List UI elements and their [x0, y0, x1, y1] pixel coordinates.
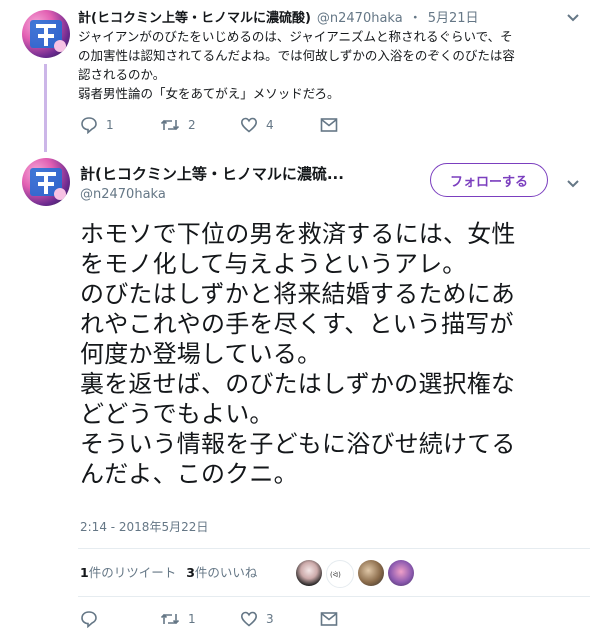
- envelope-icon: [320, 612, 338, 626]
- tweet-text-line: ホモソで下位の男を救済するには、女性: [80, 220, 516, 248]
- like-button[interactable]: 4: [240, 116, 320, 134]
- author-name[interactable]: 計(ヒコクミン上等・ヒノマルに濃硫...: [80, 163, 344, 184]
- reply-icon: [81, 611, 97, 628]
- like-stat-count: 3: [186, 565, 195, 580]
- retweet-icon: [160, 119, 180, 131]
- tweet-text-line: 認されるのか。: [78, 67, 166, 82]
- tweet-text-line: 弱者男性論の「女をあてがえ」メソッドだろ。: [78, 86, 340, 101]
- heart-icon: [240, 117, 258, 133]
- envelope-icon: [320, 118, 338, 132]
- tweet-text-line: そういう情報を子どもに浴びせ続けてる: [80, 430, 516, 458]
- tweet-text-line: んだよ、このクニ。: [80, 460, 298, 488]
- divider: [78, 548, 590, 549]
- separator-dot: ・: [408, 11, 422, 26]
- tweet-text-line: 何度か登場している。: [80, 340, 322, 368]
- tweet-text-line: ジャイアンがのびたをいじめるのは、ジャイアニズムと称されるぐらいで、そ: [78, 29, 513, 44]
- retweet-button[interactable]: 1: [160, 610, 240, 628]
- message-button[interactable]: [320, 117, 380, 133]
- liker-avatar[interactable]: [388, 560, 414, 586]
- retweet-stat-count: 1: [80, 565, 89, 580]
- engagement-stats: 1件のリツイート 3件のいいね: [80, 562, 257, 581]
- reply-button[interactable]: [80, 610, 160, 628]
- svg-text:(ᐛ): (ᐛ): [330, 571, 341, 579]
- like-stat[interactable]: 3件のいいね: [186, 562, 257, 581]
- tweet-text-line: れやこれやの手を尽くす、という描写が: [80, 310, 514, 338]
- divider: [78, 596, 590, 597]
- heart-icon: [240, 611, 258, 627]
- like-count: 3: [266, 612, 274, 626]
- chevron-down-icon[interactable]: [566, 8, 580, 27]
- reply-tweet-text: ジャイアンがのびたをいじめるのは、ジャイアニズムと称されるぐらいで、そ の加害性…: [78, 27, 588, 103]
- retweet-stat-label: 件のリツイート: [88, 565, 177, 580]
- avatar[interactable]: [22, 158, 70, 206]
- retweet-count: 1: [188, 612, 196, 626]
- thread-connector-line: [44, 64, 47, 152]
- tweet-text-line: の加害性は認知されてるんだよね。では何故しずかの入浴をのぞくのびたは容: [78, 48, 515, 63]
- likers-avatars: (ᐛ): [296, 560, 414, 588]
- reply-action-bar: 1 2 4: [80, 116, 380, 134]
- tweet-timestamp[interactable]: 2:14 - 2018年5月22日: [80, 518, 208, 535]
- like-stat-label: 件のいいね: [194, 565, 258, 580]
- follow-button[interactable]: フォローする: [430, 163, 548, 197]
- reply-count: 1: [106, 118, 114, 132]
- main-tweet-text: ホモソで下位の男を救済するには、女性 をモノ化して与えようというアレ。 のびたは…: [80, 219, 595, 489]
- retweet-count: 2: [188, 118, 196, 132]
- liker-avatar[interactable]: [358, 560, 384, 586]
- reply-icon: [81, 117, 97, 134]
- retweet-button[interactable]: 2: [160, 116, 240, 134]
- main-action-bar: 1 3: [80, 610, 380, 628]
- tweet-date[interactable]: 5月21日: [428, 7, 479, 26]
- reply-header: 計(ヒコクミン上等・ヒノマルに濃硫酸) @n2470haka ・ 5月21日: [78, 7, 479, 26]
- tweet-text-line: 裏を返せば、のびたはしずかの選択権な: [80, 370, 516, 398]
- liker-avatar[interactable]: [296, 560, 322, 586]
- tweet-text-line: どどうでもよい。: [80, 400, 274, 428]
- author-handle[interactable]: @n2470haka: [317, 11, 403, 26]
- reply-button[interactable]: 1: [80, 116, 160, 134]
- liker-avatar[interactable]: (ᐛ): [326, 560, 354, 588]
- like-count: 4: [266, 118, 274, 132]
- tweet-text-line: のびたはしずかと将来結婚するためにあ: [80, 280, 516, 308]
- retweet-stat[interactable]: 1件のリツイート: [80, 562, 176, 581]
- like-button[interactable]: 3: [240, 610, 320, 628]
- author-name[interactable]: 計(ヒコクミン上等・ヒノマルに濃硫酸): [78, 7, 311, 26]
- chevron-down-icon[interactable]: [566, 174, 580, 193]
- author-handle[interactable]: @n2470haka: [80, 187, 344, 202]
- avatar[interactable]: [22, 10, 70, 58]
- retweet-icon: [160, 613, 180, 625]
- main-author-block: 計(ヒコクミン上等・ヒノマルに濃硫... @n2470haka: [80, 163, 344, 202]
- tweet-text-line: をモノ化して与えようというアレ。: [80, 250, 467, 278]
- message-button[interactable]: [320, 611, 380, 627]
